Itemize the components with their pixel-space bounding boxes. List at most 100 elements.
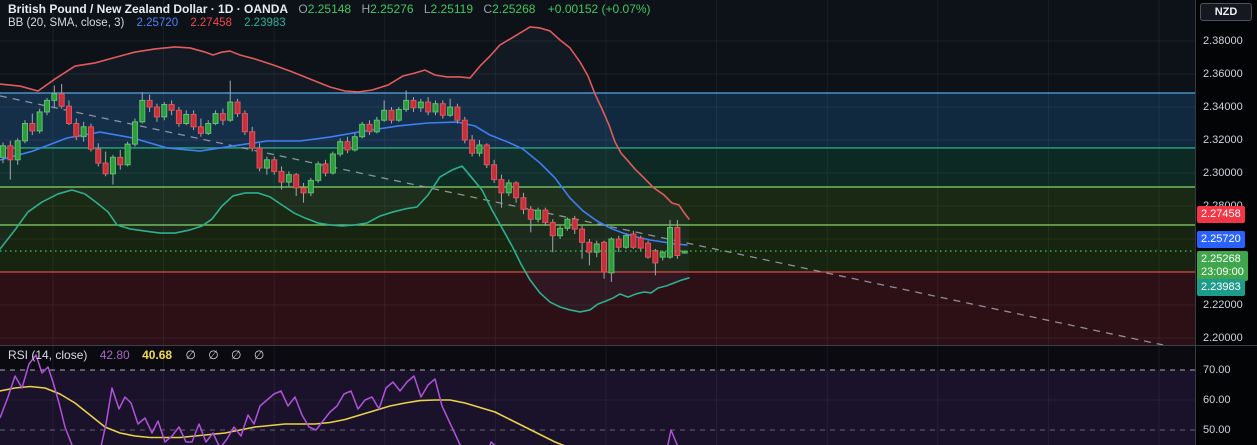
candle-down — [601, 241, 608, 273]
candle-down — [579, 228, 586, 243]
price-tick: 2.32000 — [1203, 134, 1243, 146]
price-axis[interactable]: NZD 2.38000 2.36000 2.34000 2.32000 2.30000 2… — [1196, 0, 1257, 445]
candle-up — [329, 153, 336, 174]
rsi-ma-value: 40.68 — [142, 348, 173, 362]
candle-up — [183, 113, 190, 125]
candle-down — [234, 101, 241, 115]
high-value: 2.25276 — [370, 2, 414, 16]
candle-up — [667, 226, 674, 258]
candle-up — [43, 99, 50, 113]
candle-up — [395, 108, 402, 121]
rsi-tick: 70.00 — [1203, 364, 1231, 376]
bb-upper-axis-label: 2.27458 — [1197, 206, 1245, 224]
currency-toggle-button[interactable]: NZD — [1200, 3, 1252, 21]
bb-indicator-title[interactable]: BB (20, SMA, close, 3) — [8, 17, 124, 29]
pane-divider[interactable] — [0, 345, 1257, 346]
candle-down — [146, 99, 153, 108]
candle-down — [344, 141, 351, 151]
bb-basis-value: 2.25720 — [136, 17, 179, 29]
candle-up — [161, 104, 168, 118]
rsi-tick: 50.00 — [1203, 424, 1231, 436]
candle-down — [65, 105, 72, 125]
symbol-title[interactable]: British Pound / New Zealand Dollar · 1D … — [8, 2, 288, 16]
candle-down — [241, 113, 248, 133]
candle-down — [293, 174, 300, 189]
candle-up — [359, 123, 366, 138]
price-tick: 2.22000 — [1203, 299, 1243, 311]
open-value: 2.25148 — [307, 2, 352, 16]
price-tick: 2.38000 — [1203, 35, 1243, 47]
candle-up — [131, 121, 138, 145]
candle-down — [87, 126, 94, 150]
candle-down — [117, 156, 124, 166]
candle-up — [476, 144, 483, 154]
candle-down — [322, 163, 329, 174]
candle-down — [630, 233, 637, 248]
candle-down — [469, 139, 476, 154]
candle-up — [608, 238, 615, 274]
candle-down — [410, 99, 417, 109]
candle-up — [36, 111, 43, 132]
low-label: L — [423, 2, 431, 16]
rsi-indicator-title[interactable]: RSI (14, close) — [8, 348, 87, 362]
bb-legend: BB (20, SMA, close, 3) 2.25720 2.27458 2… — [8, 17, 286, 30]
candle-down — [498, 179, 505, 194]
candle-down — [425, 101, 432, 113]
rsi-legend: RSI (14, close) 42.80 40.68 ∅ ∅ ∅ ∅ — [8, 349, 264, 362]
low-value: 2.25119 — [430, 2, 474, 16]
candle-up — [227, 101, 234, 121]
candle-up — [0, 145, 6, 158]
candle-down — [491, 164, 498, 181]
candle-up — [351, 136, 358, 151]
candle-down — [153, 106, 160, 118]
candle-up — [564, 218, 571, 229]
candle-down — [271, 159, 278, 172]
candle-down — [527, 208, 534, 220]
price-tick: 2.34000 — [1203, 101, 1243, 113]
candle-up — [139, 99, 146, 123]
candle-down — [520, 197, 527, 210]
candle-down — [175, 109, 182, 125]
candle-up — [432, 103, 439, 113]
candle-down — [652, 250, 659, 264]
candle-down — [549, 222, 556, 237]
candle-up — [593, 243, 600, 253]
candle-up — [337, 141, 344, 155]
candle-down — [542, 209, 549, 223]
candle-down — [388, 109, 395, 121]
candle-down — [300, 187, 307, 194]
candle-up — [659, 251, 666, 258]
candle-down — [168, 104, 175, 111]
price-chart-canvas[interactable] — [0, 0, 1257, 445]
rsi-hidden-values: ∅ ∅ ∅ ∅ — [185, 348, 265, 362]
candle-down — [7, 145, 14, 161]
candle-up — [14, 140, 21, 161]
candle-down — [95, 148, 102, 164]
bb-lower-axis-label: 2.23983 — [1197, 278, 1245, 296]
candle-up — [403, 99, 410, 110]
candle-up — [315, 163, 322, 181]
candle-down — [249, 131, 256, 149]
candle-up — [80, 126, 87, 138]
price-tick: 2.30000 — [1203, 167, 1243, 179]
candle-down — [73, 123, 80, 138]
current-price-axis-label: 2.25268 23:09:00 — [1197, 251, 1248, 282]
rsi-tick: 60.00 — [1203, 394, 1231, 406]
candle-up — [51, 93, 58, 101]
candle-down — [637, 237, 644, 249]
candle-down — [190, 113, 197, 128]
candle-up — [285, 174, 292, 183]
price-tick: 2.36000 — [1203, 68, 1243, 80]
candle-up — [263, 159, 270, 169]
candle-down — [29, 123, 36, 132]
candle-up — [447, 106, 454, 116]
candle-up — [124, 143, 131, 166]
candle-down — [461, 119, 468, 141]
bb-upper-value: 2.27458 — [190, 17, 232, 29]
candle-down — [483, 144, 490, 166]
candle-up — [21, 123, 28, 142]
candle-down — [58, 93, 65, 107]
candle-down — [513, 182, 520, 199]
candle-down — [645, 242, 652, 258]
candle-down — [615, 238, 622, 248]
